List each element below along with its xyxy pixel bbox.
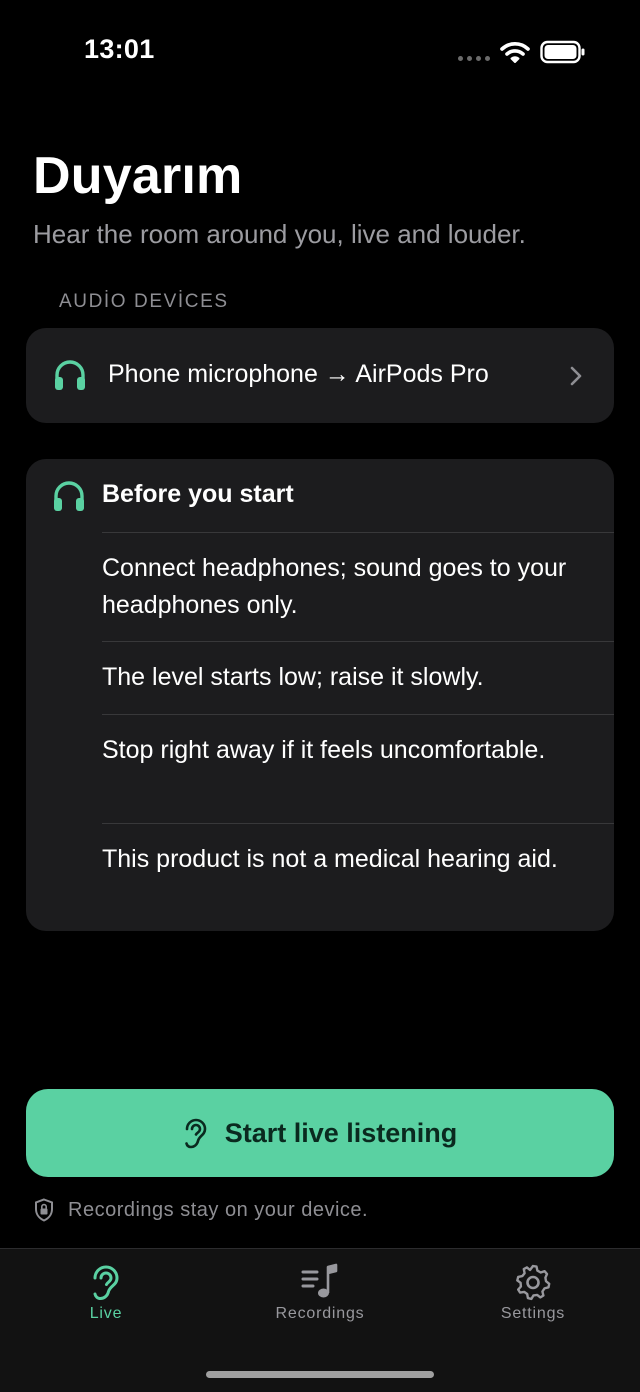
start-live-listening-label: Start live listening <box>224 1117 458 1148</box>
audio-devices-section-header: AUDİO DEVİCES <box>59 291 229 312</box>
privacy-note: Recordings stay on your device. <box>34 1198 368 1222</box>
page-title: Duyarım <box>33 147 243 205</box>
page-subtitle: Hear the room around you, live and loude… <box>33 219 526 249</box>
tab-recordings-label: Recordings <box>275 1305 365 1322</box>
cellular-signal-icon <box>458 56 490 61</box>
safety-tip-item: The level starts low; raise it slowly. <box>102 641 614 714</box>
tab-bar: Live Recordings Settings <box>0 1248 640 1392</box>
tab-settings-label: Settings <box>500 1305 566 1322</box>
safety-tips-list: Connect headphones; sound goes to your h… <box>102 532 614 932</box>
headphones-icon <box>55 360 85 390</box>
gear-icon <box>516 1264 551 1301</box>
before-you-start-title: Before you start <box>102 480 294 508</box>
audio-route-label: Phone microphone → AirPods Pro <box>108 360 489 388</box>
chevron-right-icon <box>570 366 582 386</box>
status-bar: 13:01 <box>0 0 640 100</box>
home-indicator <box>206 1371 434 1378</box>
battery-icon <box>540 40 585 64</box>
ear-icon <box>93 1265 119 1301</box>
music-list-icon <box>301 1263 338 1298</box>
headphones-icon <box>54 481 84 511</box>
safety-tip-item: This product is not a medical hearing ai… <box>102 823 614 932</box>
lock-shield-icon <box>35 1198 53 1222</box>
tab-settings[interactable]: Settings <box>443 1263 623 1323</box>
before-you-start-card: Before you start Connect headphones; sou… <box>26 459 614 931</box>
tab-recordings[interactable]: Recordings <box>230 1263 410 1323</box>
tab-live-label: Live <box>89 1305 123 1322</box>
wifi-icon <box>500 42 530 63</box>
status-time: 13:01 <box>84 34 155 64</box>
safety-tip-item: Stop right away if it feels uncomfortabl… <box>102 714 614 823</box>
privacy-text: Recordings stay on your device. <box>68 1198 369 1221</box>
audio-route-row[interactable]: Phone microphone → AirPods Pro <box>26 328 614 423</box>
tab-live[interactable]: Live <box>16 1263 196 1323</box>
safety-tip-item: Connect headphones; sound goes to your h… <box>102 532 614 641</box>
start-live-listening-button[interactable]: Start live listening <box>26 1089 614 1177</box>
ear-icon <box>184 1118 207 1149</box>
